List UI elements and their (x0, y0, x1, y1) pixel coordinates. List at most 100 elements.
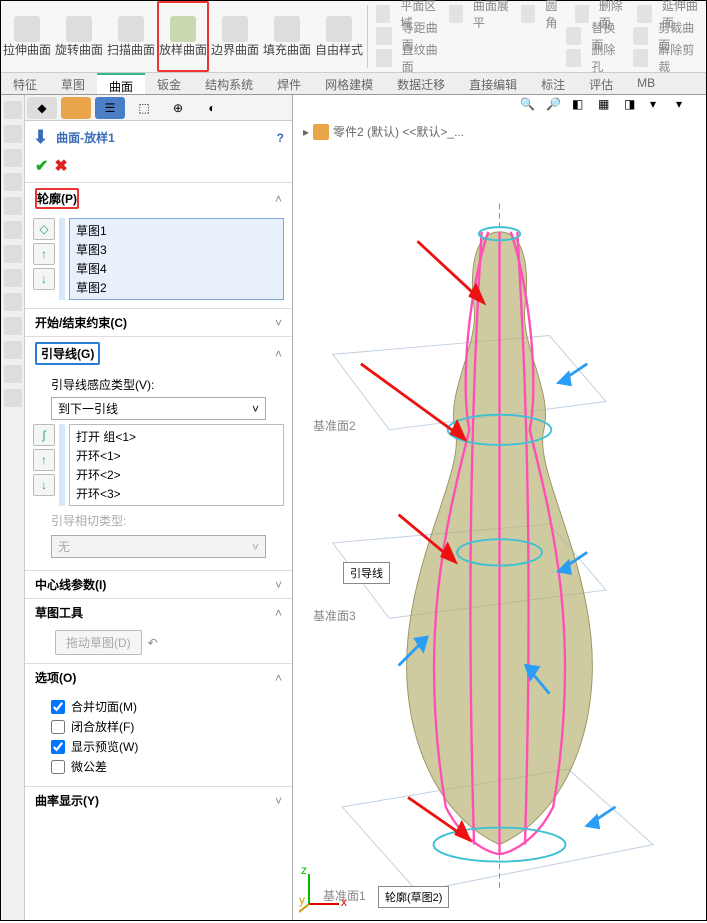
chevron-up-icon[interactable]: ˄ (275, 347, 282, 361)
profile-down-button[interactable]: ↓ (33, 268, 55, 290)
guides-listbox: ʃ ↑ ↓ 打开 组<1> 开环<1> 开环<2> 开环<3> (33, 424, 284, 506)
panel-tab-1[interactable]: ◆ (27, 97, 57, 119)
section-guides-title[interactable]: 引导线(G) (35, 342, 100, 365)
preview-check[interactable]: 显示预览(W) (51, 738, 266, 755)
sensing-select[interactable]: 到下一引线˅ (51, 397, 266, 420)
section-options-title[interactable]: 选项(O) (35, 669, 76, 686)
chevron-down-icon: ˅ (252, 540, 259, 554)
guides-add-button[interactable]: ʃ (33, 424, 55, 446)
chevron-down-icon[interactable]: ˅ (275, 578, 282, 592)
sidetool-9[interactable] (4, 293, 22, 311)
ribbon: 拉伸曲面 旋转曲面 扫描曲面 放样曲面 边界曲面 填充曲面 自由样式 平面区域曲… (1, 1, 706, 73)
tab-directedit[interactable]: 直接编辑 (457, 73, 529, 94)
guides-down-button[interactable]: ↓ (33, 474, 55, 496)
section-sketch-tools-title[interactable]: 草图工具 (35, 604, 83, 621)
ribbon-extrude[interactable]: 拉伸曲面 (1, 1, 53, 72)
chevron-up-icon[interactable]: ˄ (275, 192, 282, 206)
ok-button[interactable]: ✔ (35, 156, 48, 176)
panel-tab-5[interactable]: ⊕ (163, 97, 193, 119)
ribbon-sweep[interactable]: 扫描曲面 (105, 1, 157, 72)
chevron-up-icon[interactable]: ˄ (275, 671, 282, 685)
tab-annotate[interactable]: 标注 (529, 73, 577, 94)
sensing-label: 引导线感应类型(V): (51, 378, 154, 392)
tab-mb[interactable]: MB (625, 73, 667, 94)
micro-check[interactable]: 微公差 (51, 758, 266, 775)
tab-mesh[interactable]: 网格建模 (313, 73, 385, 94)
plane2-label: 基准面2 (313, 417, 356, 434)
tangent-select: 无˅ (51, 535, 266, 558)
help-icon[interactable]: ? (277, 131, 284, 145)
sidetool-7[interactable] (4, 245, 22, 263)
profile-swap-button[interactable]: ◇ (33, 218, 55, 240)
ribbon-boundary[interactable]: 边界曲面 (209, 1, 261, 72)
ribbon-freeform[interactable]: 自由样式 (313, 1, 365, 72)
section-constraint-title[interactable]: 开始/结束约束(C) (35, 314, 127, 331)
sidetool-12[interactable] (4, 365, 22, 383)
sidetool-11[interactable] (4, 341, 22, 359)
ribbon-loft[interactable]: 放样曲面 (157, 1, 209, 72)
guides-items[interactable]: 打开 组<1> 开环<1> 开环<2> 开环<3> (69, 424, 284, 506)
chevron-up-icon[interactable]: ˄ (275, 606, 282, 620)
section-profile-title[interactable]: 轮廓(P) (35, 188, 79, 209)
panel-tabs: ◆ ☰ ⬚ ⊕ ◐ (25, 95, 292, 121)
panel-tab-4[interactable]: ⬚ (129, 97, 159, 119)
tab-structure[interactable]: 结构系统 (193, 73, 265, 94)
guides-up-button[interactable]: ↑ (33, 449, 55, 471)
panel-tab-3[interactable]: ☰ (95, 97, 125, 119)
chevron-down-icon[interactable]: ˅ (275, 316, 282, 330)
profile-items[interactable]: 草图1 草图3 草图4 草图2 (69, 218, 284, 300)
feature-header: ⬇ 曲面-放样1 ? (25, 121, 292, 154)
close-check[interactable]: 闭合放样(F) (51, 718, 266, 735)
tab-migrate[interactable]: 数据迁移 (385, 73, 457, 94)
view-orient-icon[interactable]: ◧ (572, 97, 592, 117)
breadcrumb[interactable]: ▸零件2 (默认) <<默认>_... (303, 123, 464, 140)
sidetool-1[interactable] (4, 101, 22, 119)
appearance-icon[interactable]: ▾ (676, 97, 696, 117)
cancel-button[interactable]: ✖ (54, 156, 67, 176)
feature-title: 曲面-放样1 (56, 129, 115, 146)
chevron-down-icon: ˅ (252, 402, 259, 416)
tab-sketch[interactable]: 草图 (49, 73, 97, 94)
sidetool-10[interactable] (4, 317, 22, 335)
panel-actions: ✔ ✖ (25, 154, 292, 182)
sidetool-13[interactable] (4, 389, 22, 407)
plane3-label: 基准面3 (313, 607, 356, 624)
model-area[interactable]: 基准面2 基准面3 基准面1 引导线 轮廓(草图2) z x y (293, 147, 706, 920)
undo-icon[interactable]: ↶ (148, 636, 158, 650)
zoom-area-icon[interactable]: 🔎 (546, 97, 566, 117)
zoom-fit-icon[interactable]: 🔍 (520, 97, 540, 117)
section-centerline-title[interactable]: 中心线参数(I) (35, 576, 106, 593)
tab-evaluate[interactable]: 评估 (577, 73, 625, 94)
viewport[interactable]: 🔍 🔎 ◧ ▦ ◨ ▾ ▾ ▸零件2 (默认) <<默认>_... (293, 95, 706, 920)
panel-tab-2[interactable] (61, 97, 91, 119)
sidetool-3[interactable] (4, 149, 22, 167)
tab-surface[interactable]: 曲面 (97, 73, 145, 94)
tab-weld[interactable]: 焊件 (265, 73, 313, 94)
ribbon-fill[interactable]: 填充曲面 (261, 1, 313, 72)
sidetool-2[interactable] (4, 125, 22, 143)
ribbon-revolve[interactable]: 旋转曲面 (53, 1, 105, 72)
property-panel: ◆ ☰ ⬚ ⊕ ◐ ⬇ 曲面-放样1 ? ✔ ✖ 轮廓(P) ˄ ◇ ↑ (25, 95, 293, 920)
scene-icon[interactable]: ◨ (624, 97, 644, 117)
sidetool-6[interactable] (4, 221, 22, 239)
profile-up-button[interactable]: ↑ (33, 243, 55, 265)
panel-tab-6[interactable]: ◐ (197, 97, 227, 119)
callout-profile: 轮廓(草图2) (378, 886, 449, 908)
profile-listbox: ◇ ↑ ↓ 草图1 草图3 草图4 草图2 (33, 218, 284, 300)
model-svg (293, 147, 706, 920)
tab-sheetmetal[interactable]: 钣金 (145, 73, 193, 94)
hide-show-icon[interactable]: ▾ (650, 97, 670, 117)
display-style-icon[interactable]: ▦ (598, 97, 618, 117)
tangent-label: 引导相切类型: (51, 514, 126, 528)
ribbon-right: 平面区域曲面展平圆角删除面延伸曲面 等距曲面替换面剪裁曲面 直纹曲面删除孔解除剪… (370, 1, 706, 72)
chevron-down-icon[interactable]: ˅ (275, 794, 282, 808)
sidetool-4[interactable] (4, 173, 22, 191)
side-toolbar (1, 95, 25, 920)
section-curvature-title[interactable]: 曲率显示(Y) (35, 792, 99, 809)
loft-icon: ⬇ (33, 127, 48, 148)
tab-features[interactable]: 特征 (1, 73, 49, 94)
sidetool-8[interactable] (4, 269, 22, 287)
merge-check[interactable]: 合并切面(M) (51, 698, 266, 715)
sidetool-5[interactable] (4, 197, 22, 215)
part-icon (313, 124, 329, 140)
